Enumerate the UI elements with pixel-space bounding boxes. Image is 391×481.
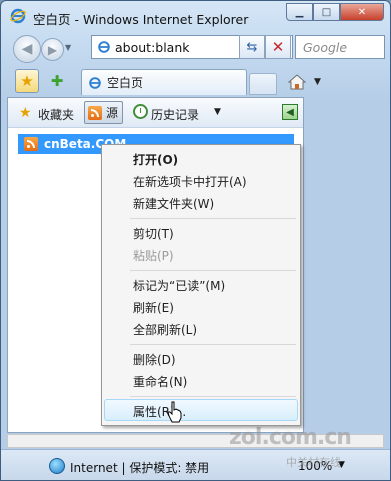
favorites-pane-toolbar: ★ 收藏夹 源 历史记录 ▼ ◀: [8, 98, 303, 128]
menu-item-rename[interactable]: 重命名(N): [133, 373, 187, 390]
security-zone-status[interactable]: Internet | 保护模式: 禁用: [70, 459, 209, 476]
feeds-tab[interactable]: 源: [84, 101, 123, 124]
menu-item-new-folder[interactable]: 新建文件夹(W): [133, 195, 214, 212]
menu-separator: [130, 218, 296, 219]
pin-arrow-icon: ◀: [286, 106, 294, 118]
tab-bar: ★ ✚ 空白页 ▼: [1, 67, 390, 97]
search-input[interactable]: Google: [303, 40, 347, 55]
rss-icon: [88, 105, 102, 120]
tab-ie-icon: [89, 76, 101, 89]
ie-window: 空白页 - Windows Internet Explorer ▁ □ ✕ ◀ …: [0, 0, 391, 481]
window-title: 空白页 - Windows Internet Explorer: [33, 12, 249, 27]
menu-item-cut[interactable]: 剪切(T): [133, 225, 174, 242]
menu-separator: [130, 344, 296, 345]
new-tab-button[interactable]: [249, 73, 277, 95]
minimize-button[interactable]: ▁: [286, 3, 313, 21]
favorites-tab[interactable]: 收藏夹: [38, 106, 74, 123]
internet-globe-icon: [49, 458, 65, 474]
history-clock-icon: [133, 104, 148, 119]
menu-item-open-in-new-tab[interactable]: 在新选项卡中打开(A): [133, 173, 247, 190]
menu-item-refresh[interactable]: 刷新(E): [133, 299, 174, 316]
feeds-label: 源: [106, 106, 119, 120]
forward-arrow-icon: ▶: [47, 42, 58, 57]
hand-cursor-icon: [167, 401, 182, 423]
minimize-icon: ▁: [295, 6, 304, 18]
pin-pane-button[interactable]: ◀: [282, 104, 298, 120]
menu-item-paste[interactable]: 粘贴(P): [133, 247, 174, 264]
refresh-button[interactable]: ⇆: [239, 35, 265, 59]
history-dropdown-icon[interactable]: ▼: [214, 107, 221, 117]
star-icon: ★: [20, 72, 34, 90]
add-favorite-icon: ✚: [50, 72, 64, 90]
context-menu: 打开(O) 在新选项卡中打开(A) 新建文件夹(W) 剪切(T) 粘贴(P) 标…: [101, 144, 301, 426]
refresh-icon: ⇆: [246, 39, 258, 55]
menu-item-open[interactable]: 打开(O): [133, 151, 178, 168]
close-button[interactable]: ✕: [340, 3, 384, 21]
window-controls: ▁ □ ✕: [286, 3, 384, 21]
menu-item-delete[interactable]: 删除(D): [133, 351, 176, 368]
menu-separator: [130, 270, 296, 271]
feed-rss-icon: [24, 137, 38, 151]
close-icon: ✕: [357, 6, 367, 18]
tab-label: 空白页: [107, 76, 144, 90]
favorites-center-button[interactable]: ★: [15, 69, 39, 93]
home-button[interactable]: ▼: [288, 71, 321, 93]
back-arrow-icon: ◀: [21, 41, 33, 57]
watermark-logo: zol.com.cn: [229, 425, 352, 450]
add-to-favorites-button[interactable]: ✚: [46, 69, 68, 93]
menu-item-refresh-all[interactable]: 全部刷新(L): [133, 321, 197, 338]
home-icon: [288, 74, 306, 90]
favorites-star-icon: ★: [19, 105, 32, 121]
recent-pages-dropdown-icon[interactable]: ▼: [65, 43, 71, 52]
search-box[interactable]: Google: [295, 35, 385, 59]
maximize-button[interactable]: □: [313, 3, 340, 21]
history-tab[interactable]: 历史记录: [151, 106, 199, 123]
watermark-subtitle: 中关村在线: [286, 456, 341, 469]
home-dropdown-icon[interactable]: ▼: [314, 77, 321, 87]
title-bar: 空白页 - Windows Internet Explorer ▁ □ ✕: [1, 1, 390, 31]
tab-blank-page[interactable]: 空白页: [81, 69, 247, 95]
stop-button[interactable]: ✕: [265, 35, 291, 59]
back-button[interactable]: ◀: [13, 35, 41, 63]
menu-separator: [130, 396, 296, 397]
ie-logo-icon: [10, 8, 26, 24]
forward-button[interactable]: ▶: [41, 38, 64, 61]
page-ie-icon: [98, 41, 110, 53]
maximize-icon: □: [321, 6, 332, 18]
navigation-bar: ◀ ▶ ▼ about:blank ▼ ⇆ ✕ Google: [1, 31, 390, 63]
stop-icon: ✕: [271, 38, 285, 56]
menu-item-mark-as-read[interactable]: 标记为“已读”(M): [133, 277, 225, 294]
